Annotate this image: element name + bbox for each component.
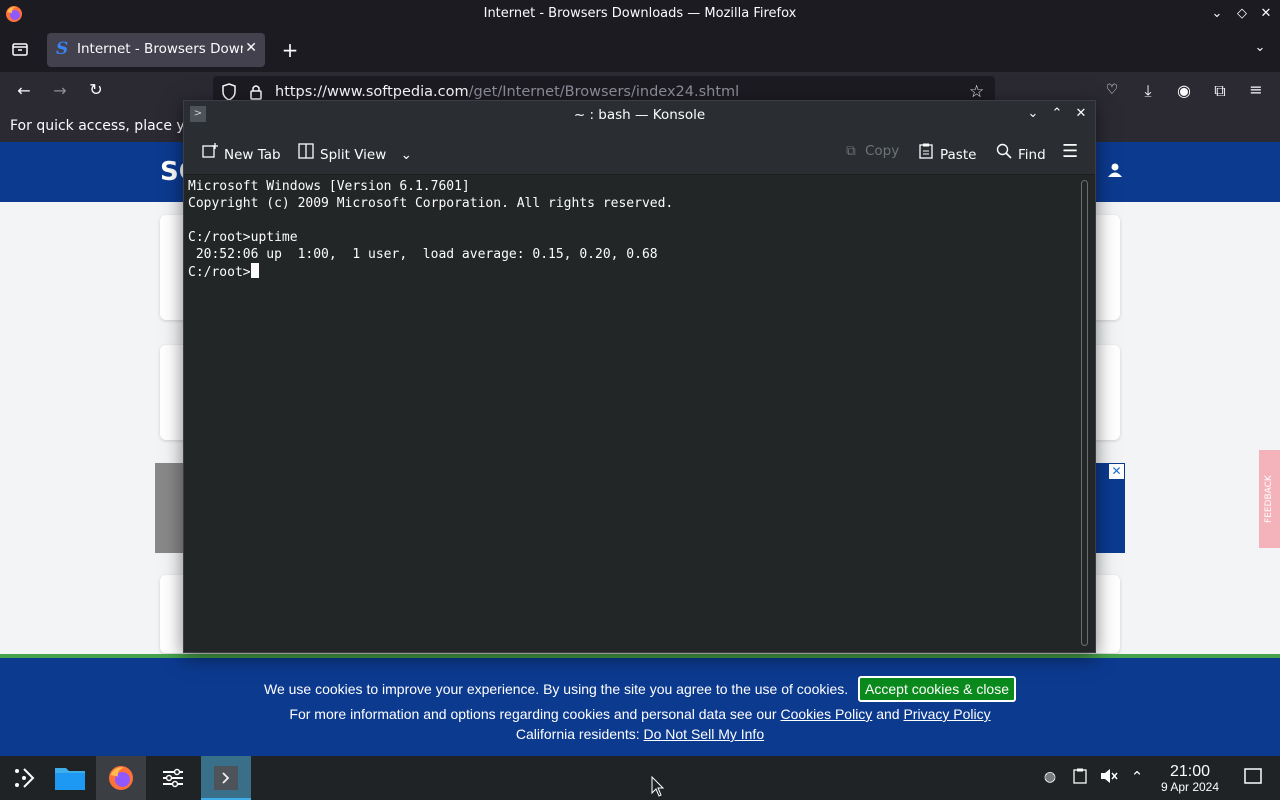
konsole-window: > ~ : bash — Konsole ⌄ ⌃ ✕ New Tab Split…	[183, 100, 1096, 653]
find-label: Find	[1018, 147, 1046, 163]
paste-icon	[917, 143, 935, 163]
konsole-toolbar: New Tab Split View ⌄ ⧉ Copy Paste Find ☰	[184, 129, 1095, 175]
cookie-and-text: and	[876, 706, 900, 722]
close-window-icon[interactable]: ✕	[1257, 5, 1275, 23]
cookie-info-text: For more information and options regardi…	[289, 706, 777, 722]
new-tab-icon	[201, 143, 219, 163]
konsole-close-icon[interactable]: ✕	[1072, 105, 1090, 123]
konsole-title: ~ : bash — Konsole	[573, 107, 706, 123]
show-hidden-icons-chevron-up-icon[interactable]: ⌃	[1127, 768, 1147, 788]
ad-image	[155, 463, 185, 553]
konsole-maximize-icon[interactable]: ⌃	[1048, 105, 1066, 123]
url-text[interactable]: https://www.softpedia.com/get/Internet/B…	[275, 84, 739, 100]
split-view-icon	[297, 143, 315, 163]
new-tab-label: New Tab	[224, 147, 281, 163]
firefox-taskbar-icon[interactable]	[96, 756, 146, 800]
maximize-icon[interactable]: ◇	[1233, 5, 1251, 23]
cookie-message: We use cookies to improve your experienc…	[263, 681, 849, 697]
minimize-icon[interactable]: ⌄	[1208, 5, 1226, 23]
app-menu-icon[interactable]: ≡	[1246, 80, 1266, 99]
copy-label: Copy	[865, 143, 900, 159]
privacy-policy-link[interactable]: Privacy Policy	[903, 706, 990, 722]
california-text: California residents:	[515, 726, 640, 742]
mouse-pointer-icon	[651, 776, 665, 797]
do-not-sell-link[interactable]: Do Not Sell My Info	[644, 726, 765, 742]
taskbar: ◍ ⌃ 21:00 9 Apr 2024	[0, 756, 1280, 800]
split-view-chevron-down-icon[interactable]: ⌄	[401, 147, 412, 163]
text-cursor	[250, 263, 259, 278]
scrollbar-thumb[interactable]	[1081, 180, 1088, 646]
hamburger-menu-icon[interactable]: ☰	[1062, 141, 1078, 162]
bookmarks-hint: For quick access, place yo	[10, 118, 194, 134]
terminal-line: Microsoft Windows [Version 6.1.7601]	[188, 179, 470, 194]
list-all-tabs-icon[interactable]: ⌄	[1250, 40, 1270, 55]
forward-icon[interactable]: →	[50, 81, 70, 100]
terminal-line: Copyright (c) 2009 Microsoft Corporation…	[188, 196, 674, 211]
konsole-taskbar-icon[interactable]	[201, 756, 251, 800]
clipboard-icon[interactable]	[1070, 768, 1090, 788]
bookmark-star-icon[interactable]: ☆	[969, 82, 984, 102]
browser-tab-active[interactable]: S Internet - Browsers Downloads ✕	[47, 33, 265, 67]
terminal-line: 20:52:06 up 1:00, 1 user, load average: …	[188, 247, 658, 262]
konsole-minimize-icon[interactable]: ⌄	[1024, 105, 1042, 123]
file-manager-icon[interactable]	[46, 756, 96, 800]
paste-button[interactable]: Paste	[917, 143, 976, 163]
downloads-icon[interactable]: ⤓	[1138, 81, 1158, 101]
terminal-line: C:/root>uptime	[188, 230, 298, 245]
clock[interactable]: 21:00 9 Apr 2024	[1154, 763, 1226, 795]
split-view-label: Split View	[320, 147, 387, 163]
account-icon[interactable]: ◉	[1174, 81, 1194, 100]
firefox-titlebar: Internet - Browsers Downloads — Mozilla …	[0, 0, 1280, 28]
terminal-prompt-line: C:/root>	[188, 263, 1073, 281]
cookie-banner: We use cookies to improve your experienc…	[0, 654, 1280, 756]
paste-label: Paste	[940, 147, 977, 163]
window-title: Internet - Browsers Downloads — Mozilla …	[483, 6, 797, 21]
konsole-titlebar[interactable]: > ~ : bash — Konsole ⌄ ⌃ ✕	[184, 101, 1095, 129]
new-tab-button[interactable]: New Tab	[201, 143, 281, 163]
new-tab-icon[interactable]: +	[280, 38, 300, 62]
split-view-button[interactable]: Split View ⌄	[297, 143, 412, 163]
close-tab-icon[interactable]: ✕	[245, 40, 257, 56]
feedback-tab[interactable]: FEEDBACK	[1259, 450, 1280, 548]
terminal-scrollbar[interactable]	[1077, 176, 1095, 652]
find-button[interactable]: Find	[995, 143, 1046, 163]
clock-time: 21:00	[1169, 763, 1211, 780]
settings-icon[interactable]	[148, 756, 198, 800]
cookies-policy-link[interactable]: Cookies Policy	[780, 706, 872, 722]
tab-list-icon[interactable]	[10, 40, 30, 62]
volume-muted-icon[interactable]	[1099, 768, 1119, 788]
app-launcher-icon[interactable]	[0, 756, 50, 800]
reload-icon[interactable]: ↻	[86, 80, 106, 99]
user-icon[interactable]	[1107, 162, 1123, 182]
copy-button[interactable]: ⧉ Copy	[842, 143, 899, 159]
search-icon	[995, 143, 1013, 163]
clock-date: 9 Apr 2024	[1160, 780, 1220, 794]
network-icon[interactable]: ◍	[1040, 768, 1060, 788]
show-desktop-icon[interactable]	[1243, 768, 1263, 788]
terminal-output[interactable]: Microsoft Windows [Version 6.1.7601] Copy…	[184, 176, 1077, 652]
tab-bar: S Internet - Browsers Downloads ✕ + ⌄	[0, 28, 1280, 72]
copy-icon: ⧉	[846, 143, 856, 159]
ad-close-icon[interactable]: ✕	[1109, 464, 1124, 479]
softpedia-favicon-icon: S	[56, 39, 69, 59]
accept-cookies-button[interactable]: Accept cookies & close	[858, 676, 1017, 702]
tab-title: Internet - Browsers Downloads	[77, 41, 243, 57]
back-icon[interactable]: ←	[14, 81, 34, 100]
pocket-icon[interactable]: ♡	[1102, 82, 1122, 98]
terminal-prompt: C:/root>	[188, 265, 251, 280]
extensions-icon[interactable]: ⧉	[1210, 81, 1230, 101]
